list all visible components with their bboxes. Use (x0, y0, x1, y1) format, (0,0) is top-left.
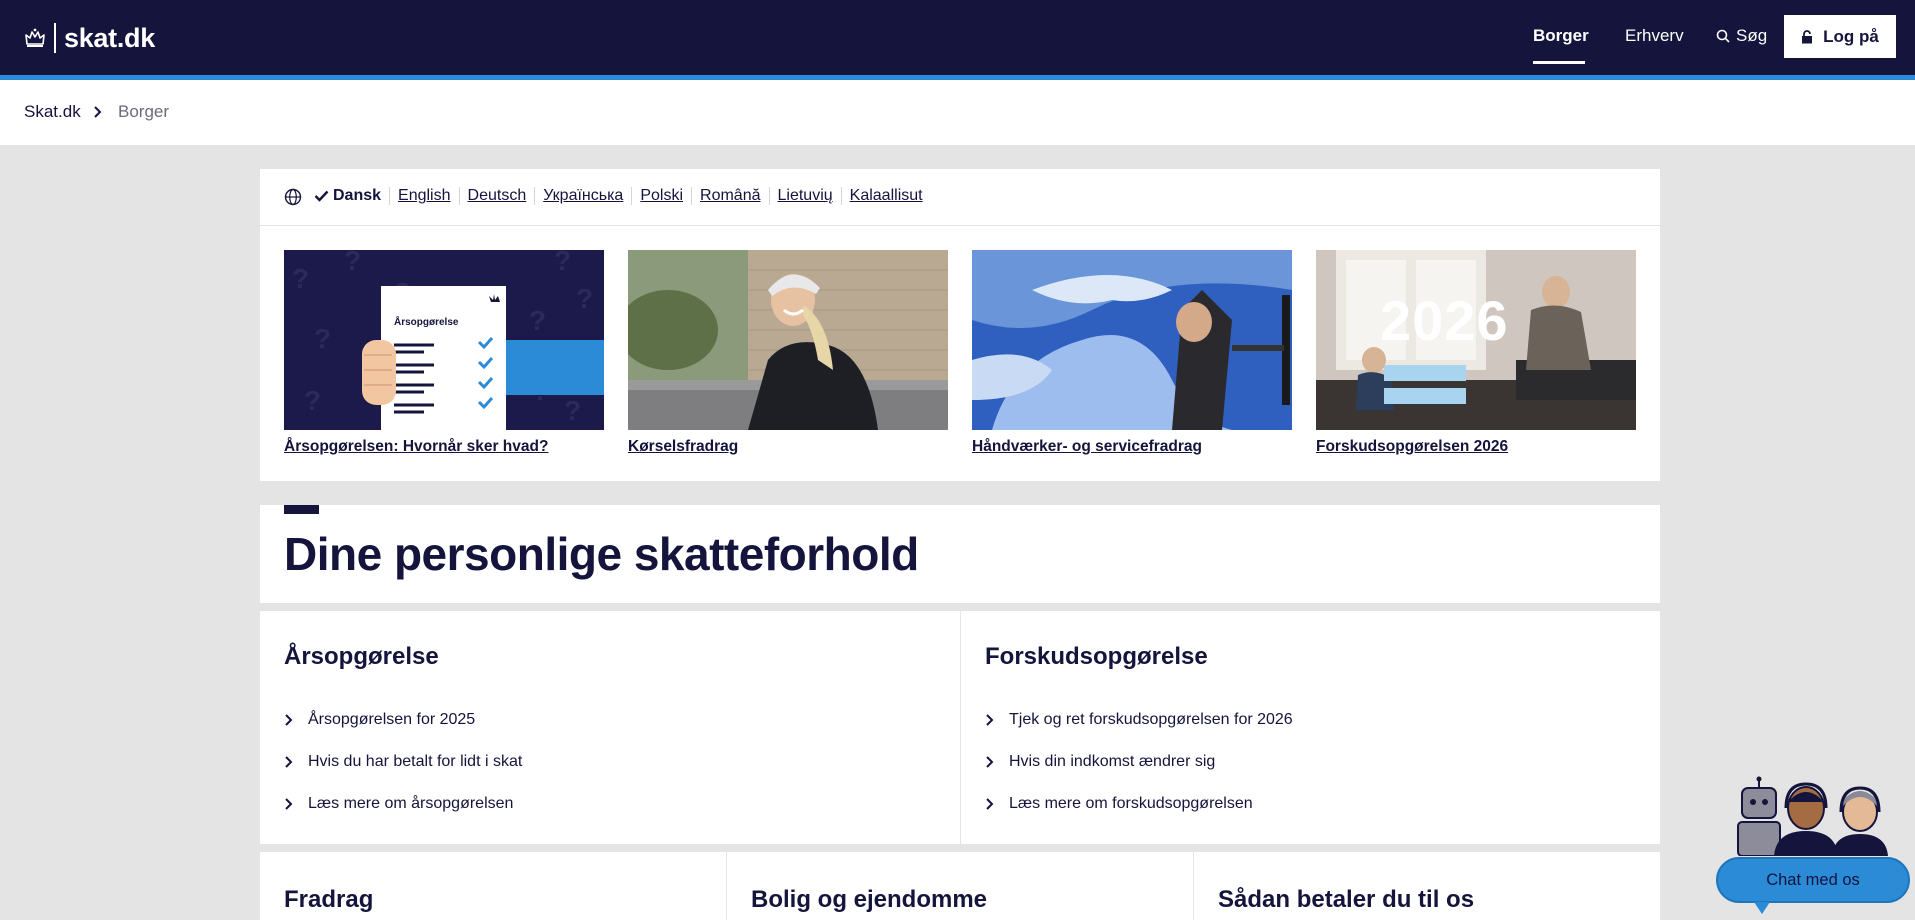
card-image-arsopgorelse: ??? ??? ??? ?? Årsopgørelse (284, 250, 604, 430)
link-laes-mere-arsopgorelse[interactable]: Læs mere om årsopgørelsen (308, 795, 513, 813)
card-image-korselsfradrag (628, 250, 948, 430)
chevron-right-icon (986, 798, 994, 810)
card-image-haandvaerker (972, 250, 1292, 430)
chevron-right-icon (285, 756, 293, 768)
language-deutsch[interactable]: Deutsch (460, 187, 536, 205)
list-item[interactable]: Læs mere om årsopgørelsen (284, 783, 522, 825)
crown-icon (25, 28, 45, 47)
list-item[interactable]: Hvis du har betalt for lidt i skat (284, 741, 522, 783)
site-header: skat.dk Borger Erhverv Søg Log på (0, 0, 1915, 75)
card-title-korselsfradrag[interactable]: Kørselsfradrag (628, 438, 948, 456)
top-panel: Dansk English Deutsch Українська Polski … (260, 169, 1660, 481)
link-indkomst-aendrer[interactable]: Hvis din indkomst ændrer sig (1009, 753, 1215, 771)
box-title-bolig: Bolig og ejendomme (751, 886, 988, 913)
card-title-haandvaerker[interactable]: Håndværker- og servicefradrag (972, 438, 1292, 456)
language-list: Dansk English Deutsch Українська Polski … (314, 187, 931, 205)
breadcrumb-home[interactable]: Skat.dk (24, 102, 81, 122)
chevron-right-icon (986, 714, 994, 726)
list-item[interactable]: Læs mere om forskudsopgørelsen (985, 783, 1293, 825)
nav-borger[interactable]: Borger (1533, 26, 1589, 46)
login-button[interactable]: Log på (1784, 15, 1896, 58)
active-nav-indicator (1533, 61, 1585, 64)
svg-text:?: ? (314, 323, 331, 354)
lock-icon (1802, 29, 1813, 43)
nav-erhverv[interactable]: Erhverv (1625, 26, 1684, 46)
card-haandvaerker[interactable]: Håndværker- og servicefradrag (972, 250, 1292, 456)
agent-avatar-2 (1832, 786, 1888, 856)
svg-text:?: ? (564, 395, 581, 426)
section-title: Dine personlige skatteforhold (284, 528, 919, 580)
box-title-forskudsopgorelse: Forskudsopgørelse (985, 643, 1208, 670)
language-dansk[interactable]: Dansk (314, 187, 391, 205)
language-dansk-label: Dansk (333, 187, 382, 204)
link-tjek-forskud-2026[interactable]: Tjek og ret forskudsopgørelsen for 2026 (1009, 711, 1293, 729)
link-arsopgorelse-2025[interactable]: Årsopgørelsen for 2025 (308, 711, 475, 729)
language-english[interactable]: English (390, 187, 460, 205)
logo-text: skat.dk (64, 22, 155, 53)
card-image-bar-1 (1384, 365, 1466, 381)
chat-bubble-tail (1754, 902, 1770, 914)
box-fradrag: Fradrag (260, 852, 726, 920)
search-button[interactable]: Søg (1716, 26, 1767, 46)
chat-agents-illustration (1737, 776, 1888, 856)
robot-avatar (1737, 776, 1781, 856)
card-title-forskud-2026[interactable]: Forskudsopgørelsen 2026 (1316, 438, 1636, 456)
card-title-arsopgorelse[interactable]: Årsopgørelsen: Hvornår sker hvad? (284, 438, 604, 456)
site-logo[interactable]: skat.dk (24, 20, 155, 56)
language-kalaallisut[interactable]: Kalaallisut (842, 187, 931, 205)
agent-avatar-1 (1774, 782, 1838, 856)
logo-divider (54, 23, 56, 53)
search-label: Søg (1736, 26, 1768, 45)
checkmark-icon (314, 190, 329, 202)
search-icon (1716, 29, 1730, 43)
chevron-right-icon (285, 798, 293, 810)
language-lietuviu[interactable]: Lietuvių (770, 187, 842, 205)
card-korselsfradrag[interactable]: Kørselsfradrag (628, 250, 948, 456)
language-polski[interactable]: Polski (632, 187, 693, 205)
svg-text:?: ? (344, 250, 361, 276)
box-betaling: Sådan betaler du til os (1194, 852, 1660, 920)
svg-text:?: ? (529, 305, 546, 336)
language-romana[interactable]: Română (692, 187, 770, 205)
arsopgorelse-illustration: ??? ??? ??? ?? Årsopgørelse (284, 250, 604, 430)
box-bolig: Bolig og ejendomme (727, 852, 1193, 920)
chevron-right-icon (986, 756, 994, 768)
cyclist-photo (628, 250, 948, 430)
box-title-betaling: Sådan betaler du til os (1218, 886, 1475, 913)
list-item[interactable]: Tjek og ret forskudsopgørelsen for 2026 (985, 699, 1293, 741)
card-image-text: Årsopgørelse (394, 315, 459, 328)
chevron-right-icon (94, 106, 102, 118)
svg-text:?: ? (576, 283, 593, 314)
card-image-bar-2 (1384, 388, 1466, 404)
language-ukrainian[interactable]: Українська (535, 187, 633, 205)
globe-icon (284, 188, 302, 206)
language-bar: Dansk English Deutsch Українська Polski … (260, 169, 1660, 226)
window-cleaning-photo (972, 250, 1292, 430)
link-betalt-for-lidt[interactable]: Hvis du har betalt for lidt i skat (308, 753, 522, 771)
card-image-year: 2026 (1380, 289, 1509, 352)
list-item[interactable]: Hvis din indkomst ændrer sig (985, 741, 1293, 783)
link-laes-mere-forskud[interactable]: Læs mere om forskudsopgørelsen (1009, 795, 1253, 813)
chat-button[interactable]: Chat med os (1716, 857, 1910, 903)
card-image-forskud-2026: 2026 (1316, 250, 1636, 430)
box-arsopgorelse: Årsopgørelse Årsopgørelsen for 2025 Hvis… (260, 611, 960, 844)
login-label: Log på (1823, 26, 1879, 46)
svg-text:?: ? (292, 263, 309, 294)
list-item[interactable]: Årsopgørelsen for 2025 (284, 699, 522, 741)
box-title-arsopgorelse: Årsopgørelse (284, 643, 439, 670)
section-header: Dine personlige skatteforhold (260, 505, 1660, 603)
card-forskud-2026[interactable]: 2026 Forskudsopgørelsen 2026 (1316, 250, 1636, 456)
link-list-arsopgorelse: Årsopgørelsen for 2025 Hvis du har betal… (284, 699, 522, 825)
breadcrumb: Skat.dk Borger (0, 80, 1915, 145)
section-accent-bar (284, 505, 319, 514)
link-list-forskudsopgorelse: Tjek og ret forskudsopgørelsen for 2026 … (985, 699, 1293, 825)
chevron-right-icon (285, 714, 293, 726)
card-arsopgorelse[interactable]: ??? ??? ??? ?? Årsopgørelse (284, 250, 604, 456)
svg-text:?: ? (304, 385, 321, 416)
box-forskudsopgorelse: Forskudsopgørelse Tjek og ret forskudsop… (961, 611, 1660, 844)
box-title-fradrag: Fradrag (284, 886, 374, 913)
breadcrumb-current: Borger (118, 102, 170, 121)
svg-text:?: ? (554, 250, 571, 276)
